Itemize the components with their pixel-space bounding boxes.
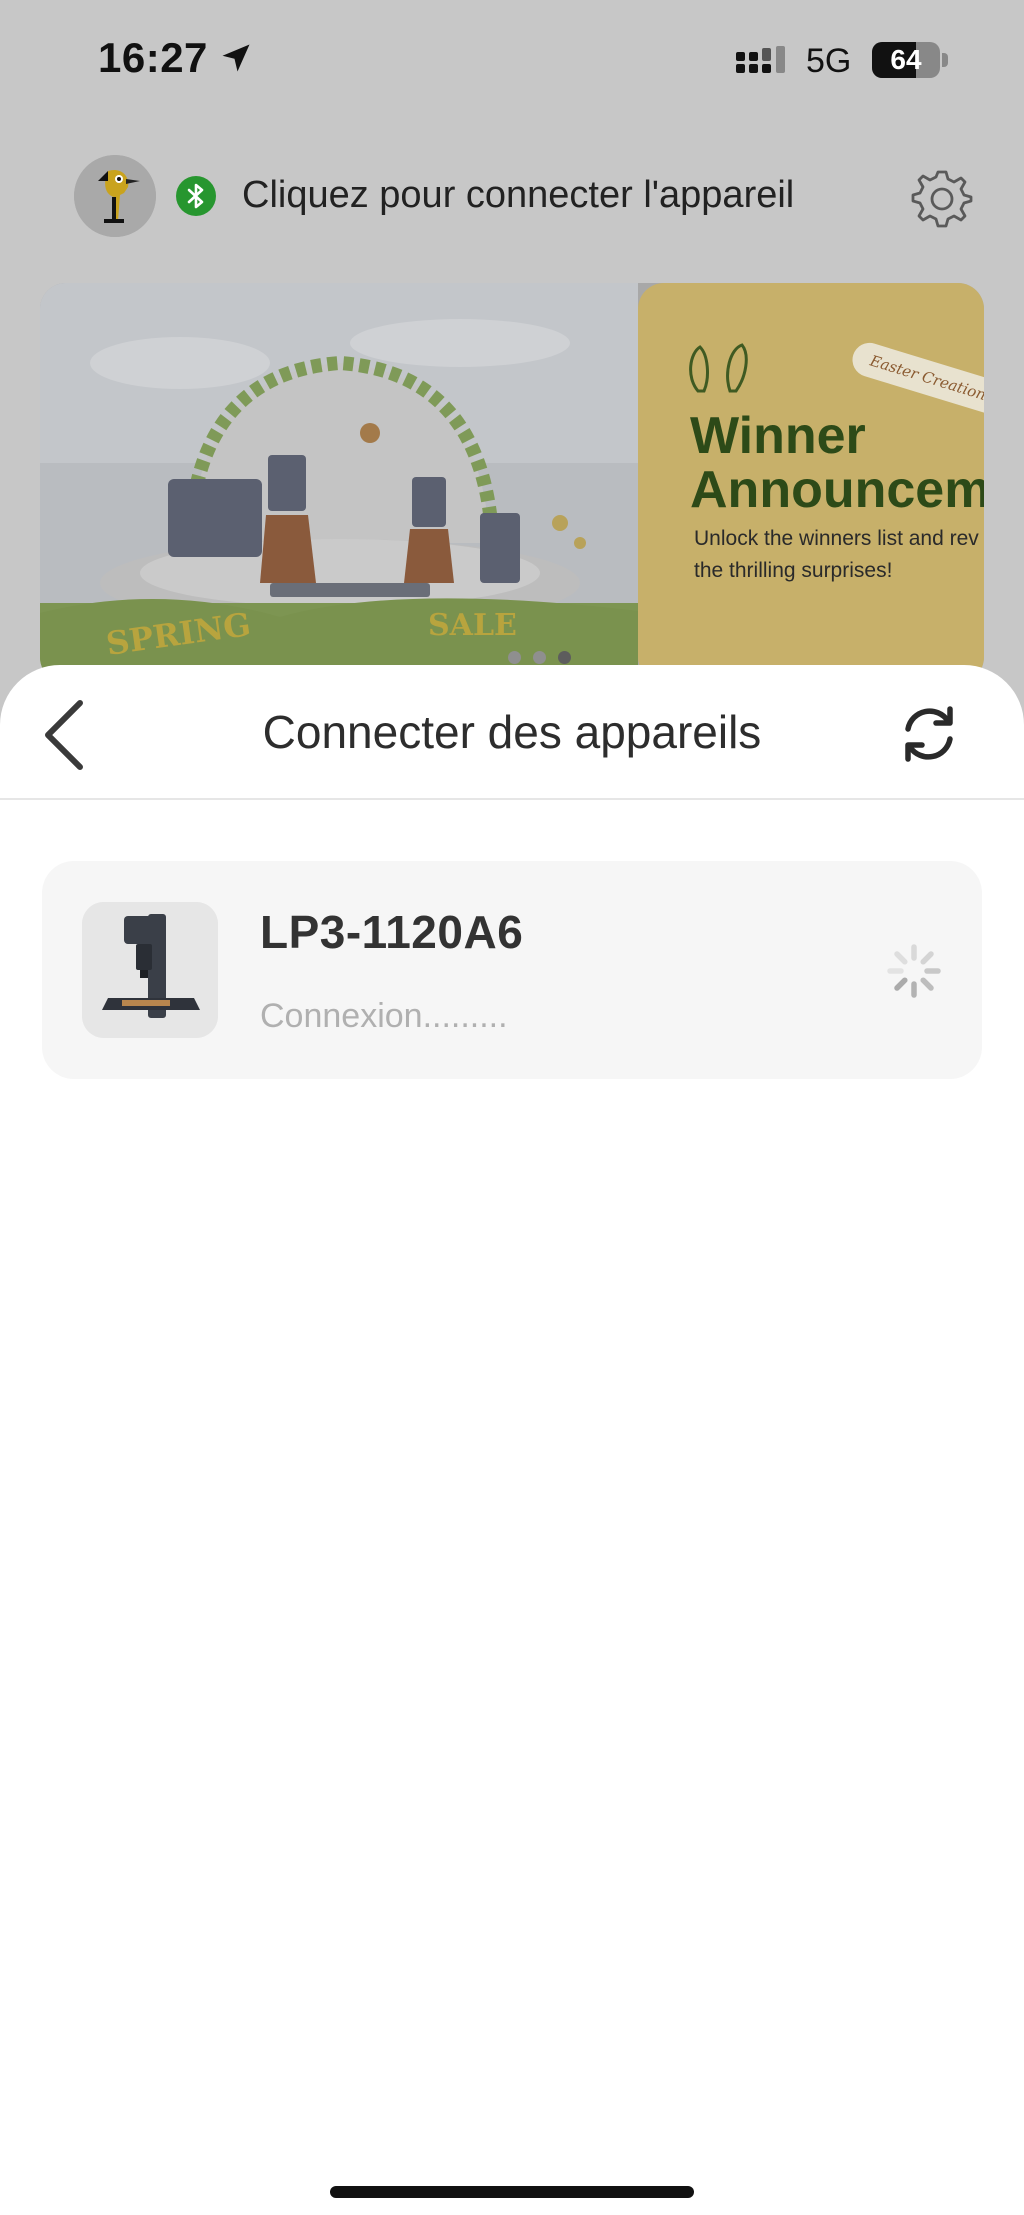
sheet-header: Connecter des appareils — [0, 665, 1024, 800]
winner-announcement-card[interactable]: Easter Creations Contest Winner Announce… — [638, 283, 984, 683]
battery-percentage: 64 — [890, 44, 922, 75]
sheet-title: Connecter des appareils — [262, 706, 762, 758]
banner-product-photo: SPRING SALE — [40, 283, 638, 683]
app-header: Cliquez pour connecter l'appareil — [0, 150, 1024, 240]
banner-dot[interactable] — [508, 651, 521, 664]
laser-engraver-icon — [82, 902, 218, 1038]
network-type: 5G — [806, 42, 852, 80]
location-arrow-icon — [222, 44, 250, 72]
promo-banner[interactable]: SPRING SALE Easter Creations Contest Win… — [40, 283, 984, 683]
status-bar: 16:27 5G 64 — [0, 0, 1024, 120]
refresh-icon[interactable] — [896, 701, 962, 767]
status-time: 16:27 — [98, 34, 208, 81]
device-list-item[interactable]: LP3-1120A6 Connexion......... — [42, 861, 982, 1079]
promo-description: Unlock the winners list and rev the thri… — [694, 523, 984, 587]
banner-pagination[interactable] — [508, 651, 571, 664]
gear-icon[interactable] — [910, 166, 974, 230]
connect-device-link[interactable]: Cliquez pour connecter l'appareil — [242, 174, 794, 217]
home-indicator[interactable] — [330, 2186, 694, 2198]
loading-spinner-icon — [887, 944, 941, 998]
battery-nub — [942, 53, 948, 67]
device-name: LP3-1120A6 — [260, 906, 524, 958]
connect-devices-sheet: Connecter des appareils LP3-1120A6 Conne… — [0, 665, 1024, 2215]
promo-title-line1: Winner — [690, 407, 866, 465]
device-thumbnail — [82, 902, 218, 1038]
promo-text-line2: the thrilling surprises! — [694, 559, 893, 582]
promo-text-line1: Unlock the winners list and rev — [694, 527, 979, 550]
promo-title-line2: Announceme — [690, 461, 984, 519]
banner-dot[interactable] — [558, 651, 571, 664]
banner-dot[interactable] — [533, 651, 546, 664]
bunny-ears-icon — [689, 343, 748, 393]
promo-title: Winner Announceme — [690, 409, 984, 517]
app-logo[interactable] — [74, 155, 156, 237]
cellular-signal-icon — [736, 46, 785, 73]
banner-sale-text: SALE — [428, 608, 517, 643]
device-connection-status: Connexion......... — [260, 997, 508, 1035]
woodpecker-logo-icon — [74, 155, 156, 237]
bluetooth-icon — [176, 176, 216, 216]
battery-icon: 64 — [872, 42, 940, 78]
